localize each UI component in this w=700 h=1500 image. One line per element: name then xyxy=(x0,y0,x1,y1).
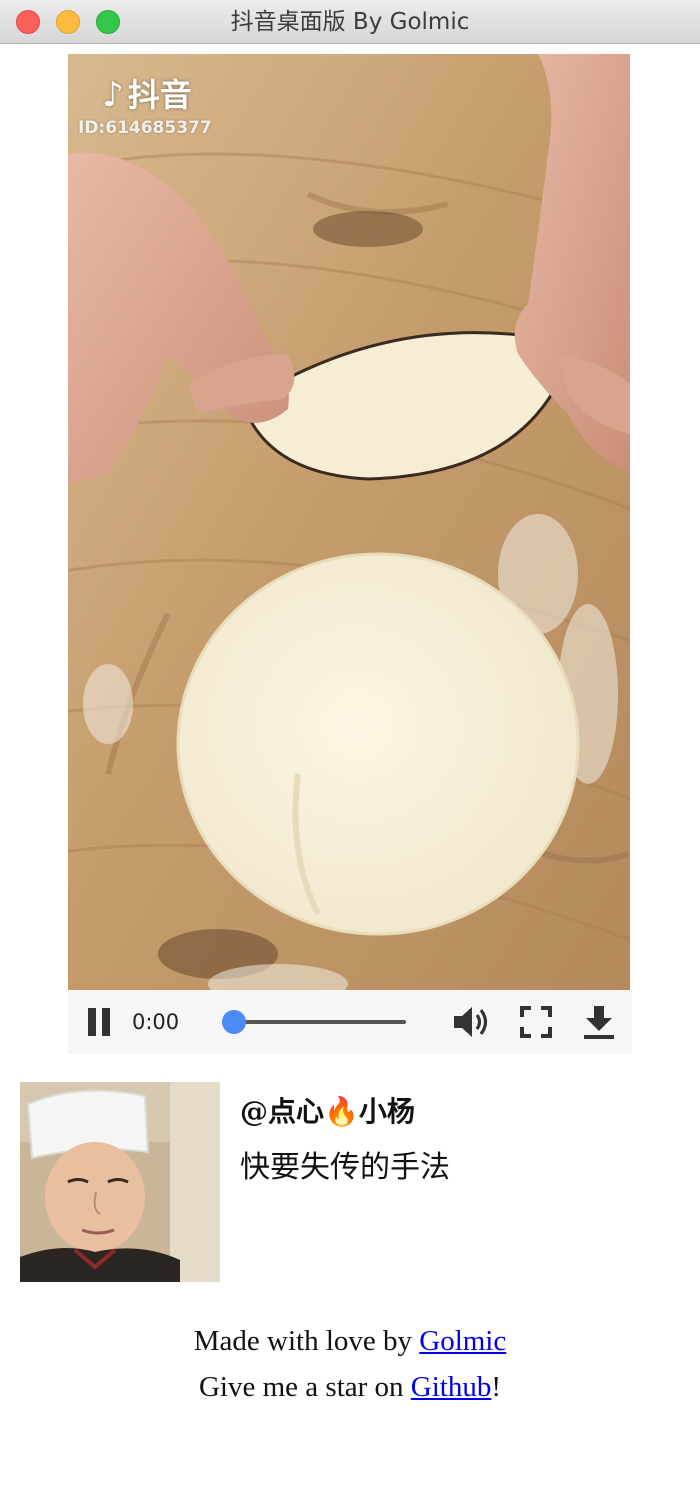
github-link[interactable]: Github xyxy=(411,1371,492,1403)
avatar-image xyxy=(20,1082,220,1282)
video-player[interactable]: ♪ 抖音 ID:614685377 xyxy=(68,54,630,990)
fire-icon: 🔥 xyxy=(324,1095,359,1128)
watermark-id: ID:614685377 xyxy=(78,118,212,138)
author-handle-suffix: 小杨 xyxy=(358,1095,415,1128)
video-description: 快要失传的手法 xyxy=(240,1150,450,1185)
pause-icon xyxy=(88,1008,96,1036)
video-controls: 0:00 xyxy=(68,990,632,1054)
download-icon xyxy=(584,1006,614,1039)
pause-button[interactable] xyxy=(86,1008,112,1036)
star-text-end: ! xyxy=(491,1371,502,1403)
credit-text: Made with love by xyxy=(193,1325,420,1357)
footer: Made with love by Golmic Give me a star … xyxy=(0,1318,700,1410)
download-button[interactable] xyxy=(582,1004,616,1040)
current-time: 0:00 xyxy=(132,1010,180,1034)
volume-icon xyxy=(454,1007,488,1037)
star-text: Give me a star on xyxy=(198,1371,411,1403)
author-handle[interactable]: @点心🔥小杨 xyxy=(240,1090,415,1134)
seek-thumb[interactable] xyxy=(222,1010,246,1034)
seek-track xyxy=(222,1020,406,1024)
watermark-brand: 抖音 xyxy=(127,76,192,114)
title-bar: 抖音桌面版 By Golmic xyxy=(0,0,700,44)
author-avatar[interactable] xyxy=(20,1082,220,1282)
video-frame-image xyxy=(68,54,630,990)
douyin-watermark: ♪ 抖音 xyxy=(102,70,192,116)
fullscreen-icon xyxy=(520,1006,552,1038)
fullscreen-button[interactable] xyxy=(520,1006,552,1038)
footer-line-star: Give me a star on Github! xyxy=(0,1364,700,1410)
volume-button[interactable] xyxy=(452,1004,492,1040)
author-handle-prefix: @点心 xyxy=(240,1095,325,1128)
footer-line-credit: Made with love by Golmic xyxy=(0,1318,700,1364)
pause-icon-bar xyxy=(102,1008,110,1036)
golmic-link[interactable]: Golmic xyxy=(419,1325,506,1357)
music-note-icon: ♪ xyxy=(102,75,124,115)
seek-slider[interactable] xyxy=(222,1010,406,1034)
window-title: 抖音桌面版 By Golmic xyxy=(230,9,470,35)
